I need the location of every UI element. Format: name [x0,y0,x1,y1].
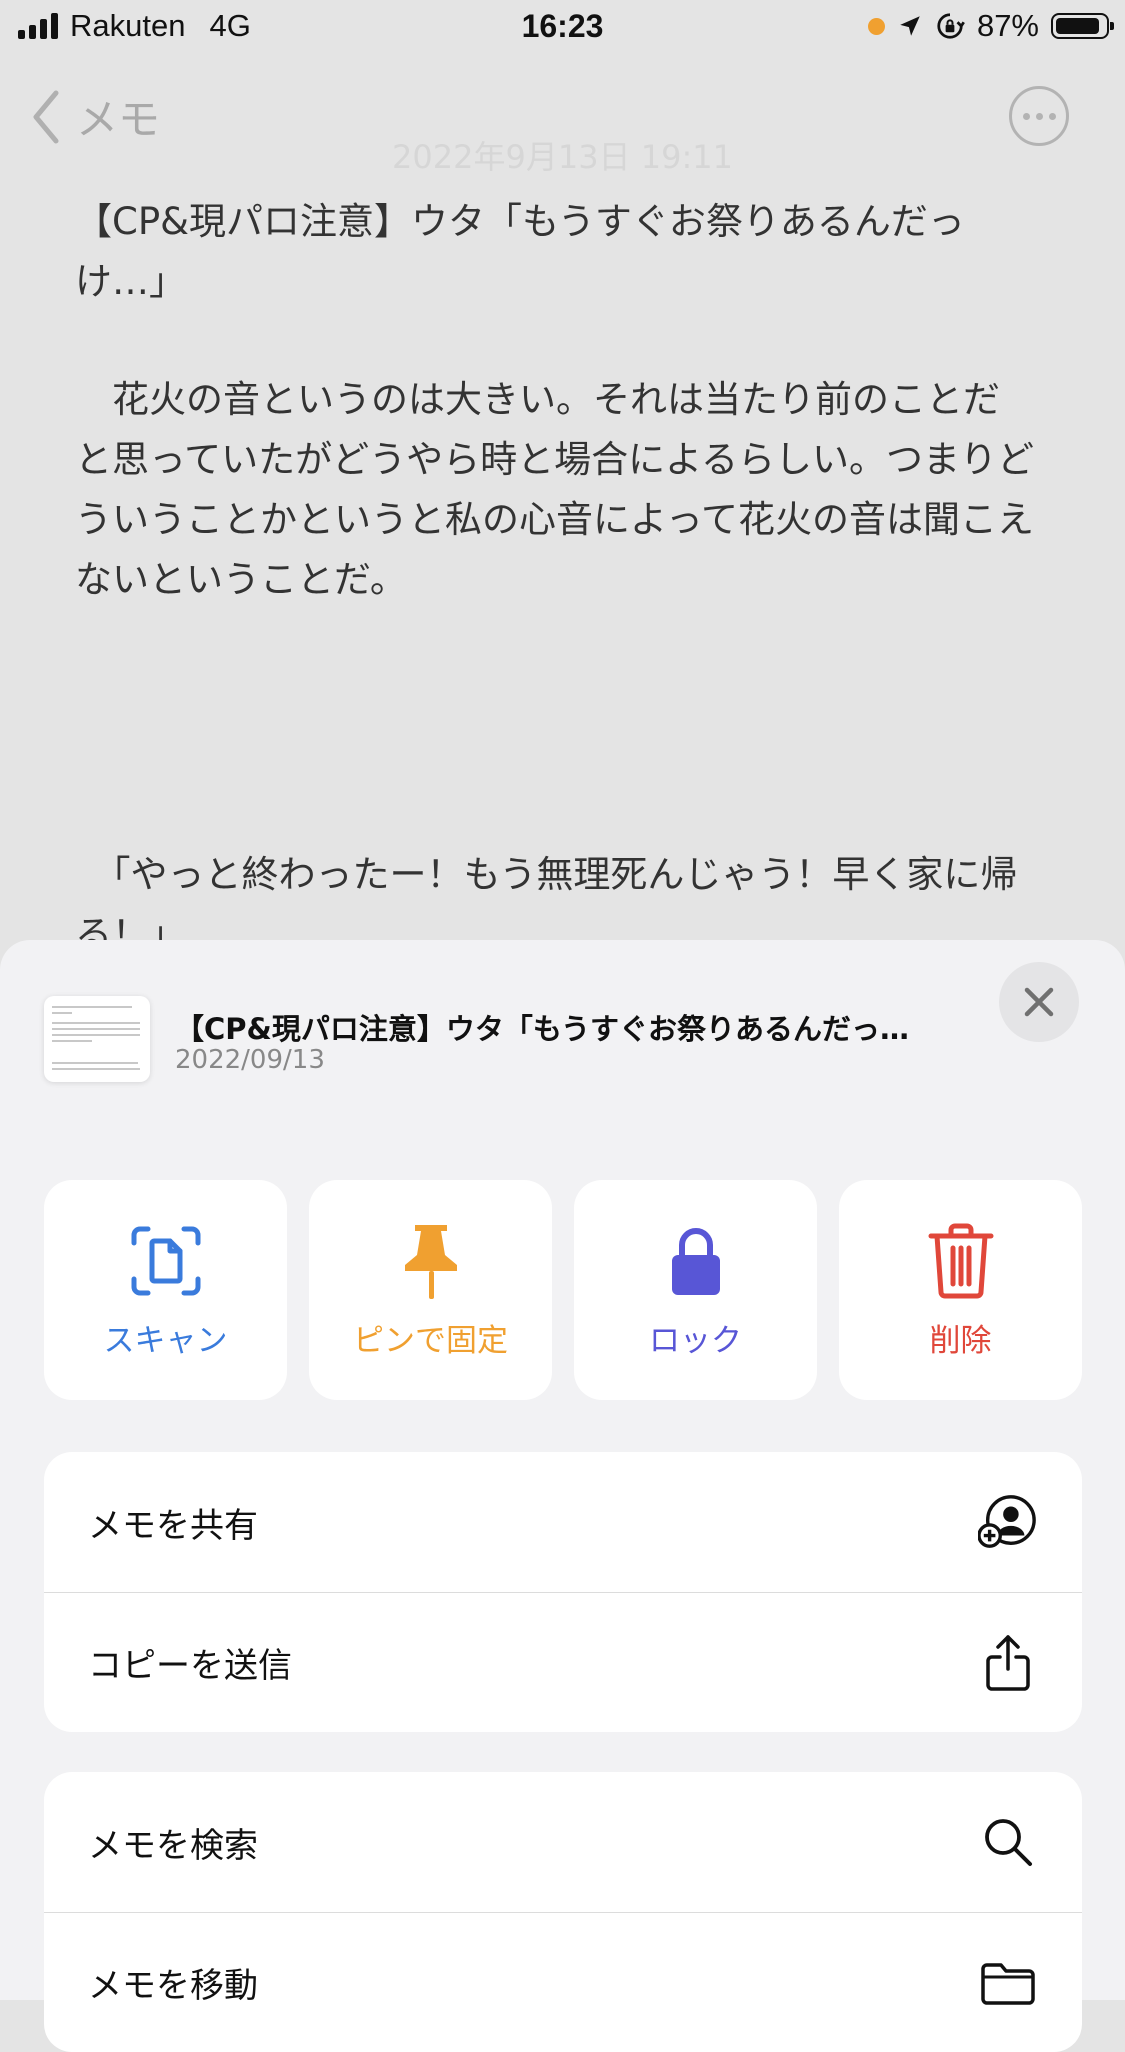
share-options-group: メモを共有 コピーを送信 [44,1452,1082,1732]
folder-icon [978,1953,1038,2013]
share-upload-icon [978,1633,1038,1693]
note-options-group: メモを検索 メモを移動 [44,1772,1082,2052]
send-copy-row[interactable]: コピーを送信 [44,1592,1082,1732]
pin-button[interactable]: ピンで固定 [309,1180,552,1400]
search-icon [978,1812,1038,1872]
recording-indicator-icon [867,17,885,35]
move-note-row[interactable]: メモを移動 [44,1912,1082,2052]
close-button[interactable] [999,962,1079,1042]
scan-button[interactable]: スキャン [44,1180,287,1400]
note-title-text: 【CP&現パロ注意】ウタ「もうすぐお祭りあるんだっけ…」 [75,200,965,303]
pin-icon [391,1221,471,1301]
note-actions-sheet: 【CP&現パロ注意】ウタ「もうすぐお祭りあるんだっ… 2022/09/13 スキ… [0,940,1125,2052]
trash-icon [921,1221,1001,1301]
sheet-note-date: 2022/09/13 [175,1045,325,1075]
close-icon [1024,987,1054,1017]
note-title-line: 【CP&現パロ注意】ウタ「もうすぐお祭りあるんだっけ…」 [75,192,1035,312]
scan-label: スキャン [103,1322,228,1359]
share-note-row[interactable]: メモを共有 [44,1452,1082,1592]
note-date: 2022年9月13日 19:11 [392,138,733,176]
share-person-icon [978,1492,1038,1552]
delete-button[interactable]: 削除 [839,1180,1082,1400]
share-note-label: メモを共有 [88,1505,258,1546]
note-paragraph-1: 花火の音というのは大きい。それは当たり前のことだと思っていたがどうやら時と場合に… [75,370,1035,610]
note-thumbnail [44,996,150,1082]
rotation-lock-icon [937,13,965,39]
pin-label: ピンで固定 [353,1322,508,1359]
battery-percent: 87% [976,8,1039,43]
search-note-row[interactable]: メモを検索 [44,1772,1082,1912]
search-note-label: メモを検索 [88,1825,258,1866]
lock-icon [656,1221,736,1301]
location-arrow-icon [900,16,920,36]
scan-document-icon [126,1221,206,1301]
status-bar: Rakuten 4G 16:23 87% [0,0,1125,56]
note-paragraph-text: 花火の音というのは大きい。それは当たり前のことだと思っていたがどうやら時と場合に… [75,378,1035,601]
battery-icon [1051,13,1114,39]
sheet-header: 【CP&現パロ注意】ウタ「もうすぐお祭りあるんだっ… 2022/09/13 [0,940,1125,1130]
sheet-note-title: 【CP&現パロ注意】ウタ「もうすぐお祭りあるんだっ… [175,1012,909,1046]
lock-label: ロック [649,1322,742,1359]
lock-button[interactable]: ロック [574,1180,817,1400]
quick-actions: スキャン ピンで固定 ロック 削除 [44,1180,1082,1400]
send-copy-label: コピーを送信 [88,1646,292,1686]
delete-label: 削除 [929,1322,992,1359]
